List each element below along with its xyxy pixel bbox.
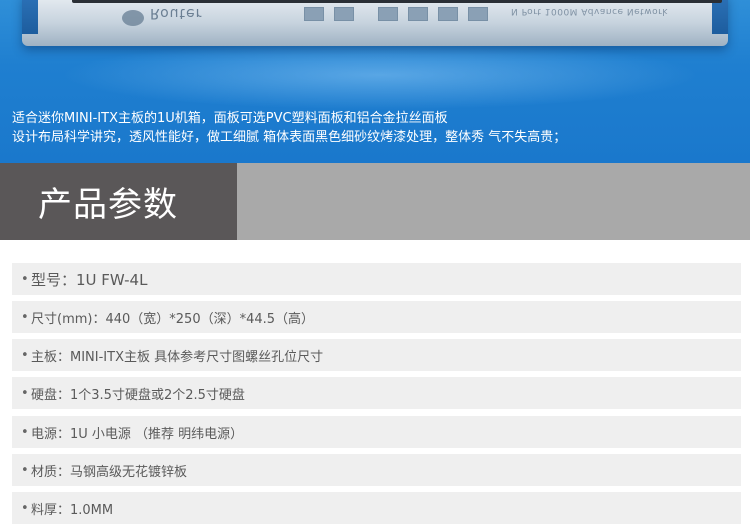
ethernet-port-icon — [468, 7, 488, 21]
spec-row-model: • 型号：1U FW-4L — [12, 263, 741, 295]
ethernet-port-icon — [378, 7, 398, 21]
section-title-box: 产品参数 — [0, 163, 237, 240]
section-title: 产品参数 — [38, 185, 178, 225]
ethernet-port-icon — [438, 7, 458, 21]
banner-line-2: 设计布局科学讲究，透风性能好，做工细腻 箱体表面黑色细砂纹烤漆处理，整体秀 气不… — [12, 130, 567, 145]
banner-line-1: 适合迷你MINI-ITX主板的1U机箱，面板可选PVC塑料面板和铝合金拉丝面板 — [12, 111, 448, 126]
product-banner: Router N Port 1000M Advance Network 适合迷你… — [0, 0, 750, 163]
chassis-model-text: N Port 1000M Advance Network — [510, 6, 668, 16]
chassis-rack-ear-left — [22, 0, 38, 34]
spec-text: 型号：1U FW-4L — [31, 270, 148, 289]
chassis-logo-icon — [122, 10, 144, 26]
banner-description: 适合迷你MINI-ITX主板的1U机箱，面板可选PVC塑料面板和铝合金拉丝面板 … — [12, 109, 566, 147]
spec-row-hard-drive: • 硬盘：1个3.5寸硬盘或2个2.5寸硬盘 — [12, 377, 741, 409]
chassis-top-strip — [72, 0, 722, 3]
spec-text: 料厚：1.0MM — [31, 502, 114, 518]
bullet-icon: • — [21, 424, 29, 440]
ethernet-port-icon — [408, 7, 428, 21]
bullet-icon: • — [21, 347, 29, 363]
bullet-icon: • — [21, 271, 29, 287]
section-header: 产品参数 — [0, 163, 750, 240]
spec-row-dimensions: • 尺寸(mm)：440（宽）*250（深）*44.5（高） — [12, 301, 741, 333]
spec-text: 材质：马钢高级无花镀锌板 — [31, 464, 188, 480]
spec-text: 尺寸(mm)：440（宽）*250（深）*44.5（高） — [31, 311, 315, 327]
spec-text: 电源：1U 小电源 （推荐 明纬电源） — [31, 426, 244, 442]
ethernet-port-icon — [304, 7, 324, 21]
bullet-icon: • — [21, 309, 29, 325]
banner-glow — [60, 40, 700, 110]
bullet-icon: • — [21, 462, 29, 478]
chassis-brand-text: Router — [150, 5, 203, 21]
bullet-icon: • — [21, 385, 29, 401]
spec-text: 硬盘：1个3.5寸硬盘或2个2.5寸硬盘 — [31, 387, 245, 403]
spec-text: 主板：MINI-ITX主板 具体参考尺寸图螺丝孔位尺寸 — [31, 349, 324, 365]
bullet-icon: • — [21, 500, 29, 516]
ethernet-port-icon — [334, 7, 354, 21]
chassis-image: Router N Port 1000M Advance Network — [22, 0, 728, 46]
chassis-rack-ear-right — [712, 0, 728, 34]
chassis-ports — [304, 7, 488, 21]
spec-row-motherboard: • 主板：MINI-ITX主板 具体参考尺寸图螺丝孔位尺寸 — [12, 339, 741, 371]
spec-row-thickness: • 料厚：1.0MM — [12, 492, 741, 524]
spec-row-material: • 材质：马钢高级无花镀锌板 — [12, 454, 741, 486]
spec-row-power-supply: • 电源：1U 小电源 （推荐 明纬电源） — [12, 416, 741, 448]
